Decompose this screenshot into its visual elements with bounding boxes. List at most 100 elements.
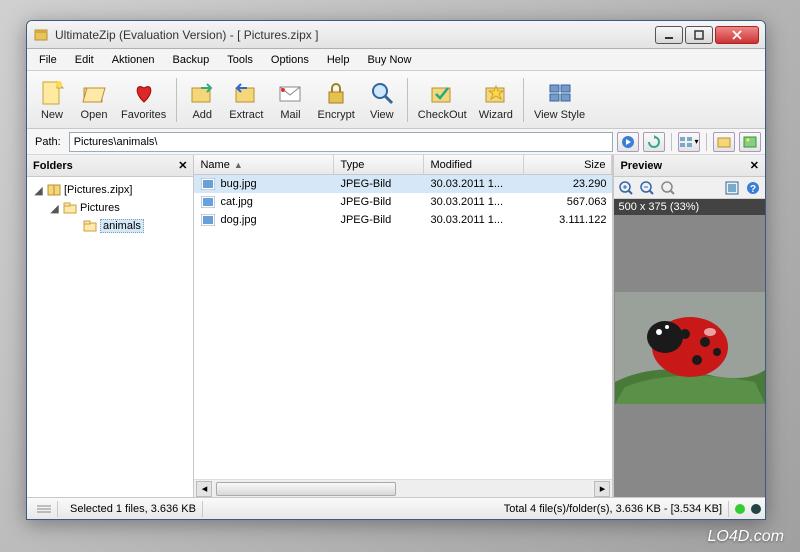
collapse-icon[interactable]: ◢ — [33, 184, 44, 197]
wizard-icon — [482, 79, 510, 107]
new-button[interactable]: New — [31, 77, 73, 123]
col-type[interactable]: Type — [334, 155, 424, 174]
wizard-button[interactable]: Wizard — [473, 77, 519, 123]
checkout-button[interactable]: CheckOut — [412, 77, 473, 123]
open-icon — [80, 79, 108, 107]
menubar: File Edit Aktionen Backup Tools Options … — [27, 49, 765, 71]
panel-preview-button[interactable] — [739, 132, 761, 152]
image-file-icon — [200, 213, 216, 227]
extract-button[interactable]: Extract — [223, 77, 269, 123]
watermark: LO4D.com — [708, 528, 784, 546]
preview-header: Preview ✕ — [614, 155, 765, 177]
path-input[interactable] — [69, 132, 613, 152]
lock-icon — [322, 79, 350, 107]
col-name[interactable]: Name ▲ — [194, 155, 334, 174]
file-row[interactable]: dog.jpg JPEG-Bild 30.03.2011 1... 3.111.… — [194, 211, 612, 229]
status-dark-dot-icon — [751, 504, 761, 514]
file-row[interactable]: cat.jpg JPEG-Bild 30.03.2011 1... 567.06… — [194, 193, 612, 211]
minimize-button[interactable] — [655, 26, 683, 44]
heart-icon — [130, 79, 158, 107]
mail-button[interactable]: Mail — [269, 77, 311, 123]
pathbar: Path: ▾ — [27, 129, 765, 155]
extract-icon — [232, 79, 260, 107]
preview-panel: Preview ✕ ? 500 x 375 (33%) — [613, 155, 765, 497]
zoom-in-button[interactable] — [617, 179, 635, 197]
titlebar[interactable]: UltimateZip (Evaluation Version) - [ Pic… — [27, 21, 765, 49]
fullscreen-button[interactable] — [723, 179, 741, 197]
menu-aktionen[interactable]: Aktionen — [104, 52, 163, 68]
svg-text:?: ? — [750, 184, 756, 195]
viewstyle-button[interactable]: View Style — [528, 77, 591, 123]
folders-header: Folders ✕ — [27, 155, 193, 177]
close-button[interactable] — [715, 26, 759, 44]
menu-backup[interactable]: Backup — [165, 52, 218, 68]
statusbar: Selected 1 files, 3.636 KB Total 4 file(… — [27, 497, 765, 519]
toolbar-separator — [523, 78, 524, 122]
folders-panel: Folders ✕ ◢ [Pictures.zipx] ◢ Pictures — [27, 155, 194, 497]
folder-icon — [62, 200, 78, 216]
status-grip-icon — [31, 501, 58, 517]
col-modified[interactable]: Modified — [424, 155, 524, 174]
preview-toolbar: ? — [614, 177, 765, 199]
checkout-icon — [428, 79, 456, 107]
views-button[interactable]: ▾ — [678, 132, 700, 152]
favorites-button[interactable]: Favorites — [115, 77, 172, 123]
scroll-left-button[interactable]: ◂ — [196, 481, 212, 497]
view-button[interactable]: View — [361, 77, 403, 123]
tree-item[interactable]: animals — [29, 217, 191, 235]
go-button[interactable] — [617, 132, 639, 152]
archive-icon — [46, 182, 62, 198]
folder-tree[interactable]: ◢ [Pictures.zipx] ◢ Pictures animals — [27, 177, 193, 497]
open-button[interactable]: Open — [73, 77, 115, 123]
status-total: Total 4 file(s)/folder(s), 3.636 KB - [3… — [498, 501, 729, 517]
toolbar-separator — [176, 78, 177, 122]
image-file-icon — [200, 195, 216, 209]
app-icon — [33, 27, 49, 43]
refresh-button[interactable] — [643, 132, 665, 152]
column-headers: Name ▲ Type Modified Size — [194, 155, 612, 175]
tree-root[interactable]: ◢ [Pictures.zipx] — [29, 181, 191, 199]
menu-options[interactable]: Options — [263, 52, 317, 68]
new-icon — [38, 79, 66, 107]
file-row[interactable]: bug.jpg JPEG-Bild 30.03.2011 1... 23.290 — [194, 175, 612, 193]
magnifier-icon — [368, 79, 396, 107]
preview-image — [615, 292, 765, 404]
horizontal-scrollbar[interactable]: ◂ ▸ — [194, 479, 612, 497]
folder-icon — [82, 218, 98, 234]
tree-item[interactable]: ◢ Pictures — [29, 199, 191, 217]
folders-close-button[interactable]: ✕ — [178, 159, 187, 172]
image-file-icon — [200, 177, 216, 191]
file-list[interactable]: bug.jpg JPEG-Bild 30.03.2011 1... 23.290… — [194, 175, 612, 479]
maximize-button[interactable] — [685, 26, 713, 44]
menu-edit[interactable]: Edit — [67, 52, 102, 68]
sort-asc-icon: ▲ — [234, 160, 243, 170]
panel-folders-button[interactable] — [713, 132, 735, 152]
status-green-dot-icon — [735, 504, 745, 514]
app-window: UltimateZip (Evaluation Version) - [ Pic… — [26, 20, 766, 520]
preview-help-button[interactable]: ? — [744, 179, 762, 197]
zoom-out-button[interactable] — [638, 179, 656, 197]
preview-dimensions: 500 x 375 (33%) — [614, 199, 765, 215]
scroll-right-button[interactable]: ▸ — [594, 481, 610, 497]
menu-help[interactable]: Help — [319, 52, 358, 68]
menu-file[interactable]: File — [31, 52, 65, 68]
col-size[interactable]: Size — [524, 155, 612, 174]
window-title: UltimateZip (Evaluation Version) - [ Pic… — [55, 28, 653, 42]
viewstyle-icon — [546, 79, 574, 107]
menu-tools[interactable]: Tools — [219, 52, 261, 68]
mail-icon — [276, 79, 304, 107]
menu-buynow[interactable]: Buy Now — [359, 52, 419, 68]
path-label: Path: — [31, 136, 65, 148]
zoom-fit-button[interactable] — [659, 179, 677, 197]
scroll-thumb[interactable] — [216, 482, 396, 496]
toolbar: New Open Favorites Add Extract Mail Encr… — [27, 71, 765, 129]
add-icon — [188, 79, 216, 107]
add-button[interactable]: Add — [181, 77, 223, 123]
preview-close-button[interactable]: ✕ — [750, 159, 759, 172]
file-list-panel: Name ▲ Type Modified Size bug.jpg JPEG-B… — [194, 155, 613, 497]
preview-body: 500 x 375 (33%) — [614, 199, 765, 497]
status-selected: Selected 1 files, 3.636 KB — [64, 501, 203, 517]
encrypt-button[interactable]: Encrypt — [311, 77, 360, 123]
collapse-icon[interactable]: ◢ — [49, 202, 60, 215]
toolbar-separator — [407, 78, 408, 122]
